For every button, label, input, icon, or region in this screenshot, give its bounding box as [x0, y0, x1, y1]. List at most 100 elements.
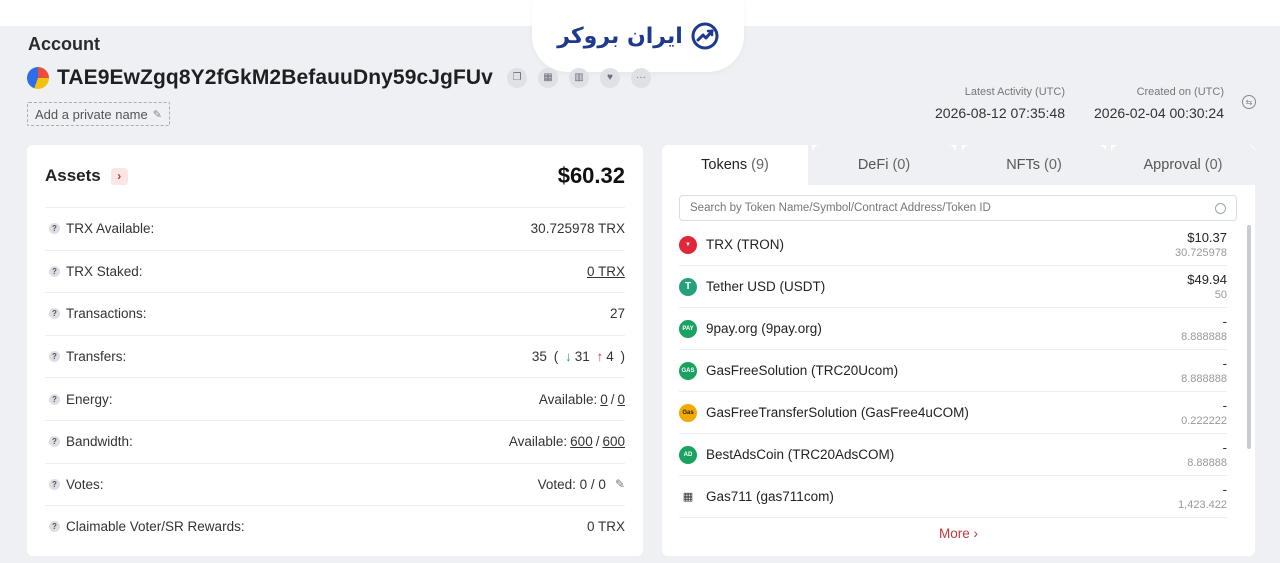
asset-label: Claimable Voter/SR Rewards:: [66, 519, 245, 535]
more-label: More: [938, 526, 970, 541]
tab-nfts[interactable]: NFTs (0): [962, 145, 1106, 185]
token-name[interactable]: GasFreeTransferSolution (GasFree4uCOM): [706, 405, 969, 420]
tab-bar: Tokens (9) DeFi (0) NFTs (0) Approval (0): [662, 145, 1255, 185]
asset-label: Bandwidth:: [66, 434, 133, 450]
address-row: TAE9EwZgq8Y2fGkM2BefauuDny59cJgFUv ❐ ▦ ▥…: [27, 66, 651, 90]
asset-value: 27: [609, 306, 625, 322]
asset-row-rewards: ? Claimable Voter/SR Rewards: 0 TRX: [45, 505, 625, 548]
arrow-up-icon: ↑: [592, 349, 604, 365]
list-item[interactable]: PAY 9pay.org (9pay.org) - 8.888888: [679, 308, 1227, 350]
help-icon[interactable]: ?: [49, 393, 60, 405]
qr-code-icon[interactable]: ▦: [537, 68, 558, 88]
token-amount: 50: [1214, 289, 1227, 301]
token-amount: 1,423.422: [1178, 499, 1227, 511]
help-icon[interactable]: ?: [49, 265, 60, 277]
paren-close: ): [616, 349, 626, 365]
copy-icon[interactable]: ❐: [506, 68, 527, 88]
token-name[interactable]: Gas711 (gas711com): [706, 489, 834, 504]
gasfree-transfer-logo-icon: Gas: [679, 403, 697, 422]
tab-tokens[interactable]: Tokens (9): [662, 145, 808, 185]
token-usd: $49.94: [1187, 272, 1227, 287]
list-item[interactable]: T Tether USD (USDT) $49.94 50: [679, 266, 1227, 308]
tab-label: Tokens: [701, 157, 748, 173]
asset-row-trx-available: ? TRX Available: 30.725978 TRX: [45, 207, 625, 250]
token-amount: 0.222222: [1181, 415, 1227, 427]
tab-approval[interactable]: Approval (0): [1111, 145, 1255, 185]
list-item[interactable]: GAS GasFreeSolution (TRC20Ucom) - 8.8888…: [679, 350, 1227, 392]
tab-label: NFTs: [1006, 157, 1041, 173]
chevron-right-icon: ›: [973, 526, 979, 541]
tokens-card: Tokens (9) DeFi (0) NFTs (0) Approval (0) Se…: [662, 145, 1255, 556]
token-name[interactable]: 9pay.org (9pay.org): [706, 321, 822, 336]
brand-logo-text: ایران بروکر: [557, 23, 683, 49]
tab-label: Approval: [1143, 157, 1201, 173]
tab-defi[interactable]: DeFi (0): [812, 145, 956, 185]
heart-icon[interactable]: ♥: [599, 68, 620, 88]
bestads-logo-icon: AD: [679, 445, 697, 464]
gasfree-logo-icon: GAS: [679, 361, 697, 380]
asset-label: Transfers:: [66, 349, 127, 365]
more-options-icon[interactable]: ···: [630, 68, 651, 88]
search-icon[interactable]: [1215, 202, 1226, 214]
token-search-input[interactable]: Search by Token Name/Symbol/Contract Add…: [679, 195, 1237, 221]
asset-value: Voted: 0 / 0: [537, 476, 606, 492]
help-icon[interactable]: ?: [49, 436, 60, 448]
list-item[interactable]: AD BestAdsCoin (TRC20AdsCOM) - 8.88888: [679, 434, 1227, 476]
token-name[interactable]: TRX (TRON): [706, 237, 784, 252]
token-usd: -: [1222, 314, 1227, 329]
convert-time-icon[interactable]: ⇆: [1242, 95, 1256, 109]
help-icon[interactable]: ?: [49, 478, 60, 490]
token-usd: -: [1222, 482, 1227, 497]
list-item[interactable]: Gas GasFreeTransferSolution (GasFree4uCO…: [679, 392, 1227, 434]
asset-value-link[interactable]: 0 TRX: [587, 264, 625, 279]
9pay-logo-icon: PAY: [679, 319, 697, 338]
gas711-logo-icon: ▦: [679, 487, 697, 506]
tab-count: (0): [892, 157, 911, 173]
asset-value: 30.725978 TRX: [530, 221, 625, 237]
bandwidth-available[interactable]: 600: [570, 434, 593, 449]
scrollbar[interactable]: [1247, 225, 1251, 449]
assets-title-text: Assets: [45, 166, 101, 185]
asset-row-transactions: ? Transactions: 27: [45, 292, 625, 335]
chart-icon[interactable]: ▥: [568, 68, 589, 88]
assets-title[interactable]: Assets ›: [45, 166, 128, 186]
account-address[interactable]: TAE9EwZgq8Y2fGkM2BefauuDny59cJgFUv: [57, 66, 493, 90]
chevron-right-icon[interactable]: ›: [110, 167, 128, 185]
token-name[interactable]: GasFreeSolution (TRC20Ucom): [706, 363, 898, 378]
tether-logo-icon: T: [679, 277, 697, 296]
token-name[interactable]: BestAdsCoin (TRC20AdsCOM): [706, 447, 894, 462]
energy-total[interactable]: 0: [617, 392, 625, 407]
transfers-in: 31: [574, 349, 590, 365]
help-icon[interactable]: ?: [49, 351, 60, 363]
assets-header: Assets › $60.32: [45, 145, 625, 207]
address-actions: ❐ ▦ ▥ ♥ ···: [506, 68, 651, 88]
transfers-total: 35: [531, 349, 547, 365]
energy-available[interactable]: 0: [600, 392, 608, 407]
add-private-name-button[interactable]: Add a private name ✎: [27, 102, 170, 126]
list-item[interactable]: ▼ TRX (TRON) $10.37 30.725978: [679, 224, 1227, 266]
list-item[interactable]: ▦ Gas711 (gas711com) - 1,423.422: [679, 476, 1227, 518]
token-amount: 30.725978: [1175, 247, 1227, 259]
help-icon[interactable]: ?: [49, 521, 60, 533]
tab-label: DeFi: [857, 157, 889, 173]
token-amount: 8.88888: [1187, 457, 1227, 469]
token-amount: 8.888888: [1181, 331, 1227, 343]
arrow-down-icon: ↓: [564, 349, 572, 365]
token-list: ▼ TRX (TRON) $10.37 30.725978 T Tether U…: [679, 224, 1227, 518]
token-name[interactable]: Tether USD (USDT): [706, 279, 825, 294]
more-link[interactable]: More ›: [662, 526, 1255, 541]
bandwidth-prefix: Available:: [508, 434, 568, 450]
token-usd: $10.37: [1187, 230, 1227, 245]
slash: /: [610, 391, 615, 407]
latest-activity-value: 2026-08-12 07:35:48: [935, 105, 1065, 121]
tron-logo-icon: ▼: [679, 235, 697, 254]
created-on: Created on (UTC) 2026-02-04 00:30:24: [1090, 86, 1224, 121]
paren-open: (: [549, 349, 562, 365]
vote-edit-icon[interactable]: ✎: [615, 477, 625, 491]
brand-logo[interactable]: ایران بروکر: [532, 0, 744, 72]
help-icon[interactable]: ?: [49, 223, 60, 235]
assets-total: $60.32: [557, 163, 625, 188]
asset-label: TRX Available:: [66, 221, 155, 237]
help-icon[interactable]: ?: [49, 308, 60, 320]
bandwidth-total[interactable]: 600: [602, 434, 625, 449]
